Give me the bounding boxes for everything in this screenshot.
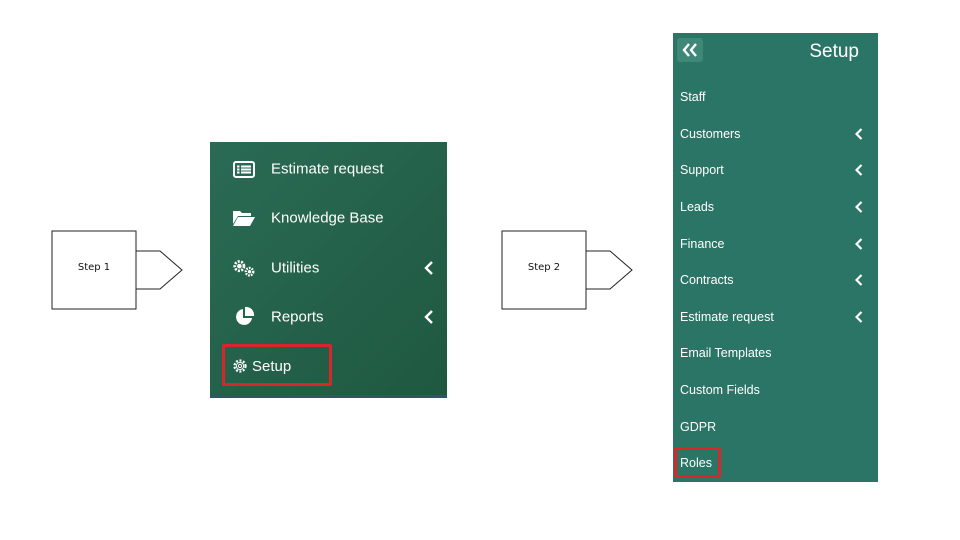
- setup-item-label: Customers: [680, 127, 741, 141]
- setup-item-label: Support: [680, 163, 724, 177]
- setup-item-label: Custom Fields: [680, 383, 760, 397]
- setup-item-label: Email Templates: [680, 346, 772, 360]
- setup-item-support[interactable]: Support: [673, 152, 878, 188]
- step-2-arrow: Step 2: [501, 230, 634, 310]
- setup-menu-title: Setup: [809, 41, 859, 62]
- sidebar-item-label: Utilities: [271, 259, 320, 277]
- folder-open-icon: [232, 208, 256, 228]
- pie-chart-icon: [232, 306, 256, 327]
- setup-item-custom-fields[interactable]: Custom Fields: [673, 372, 878, 408]
- sidebar-item-label: Reports: [271, 308, 324, 326]
- chevron-left-icon: [855, 128, 863, 140]
- chevron-left-icon: [855, 201, 863, 213]
- list-icon: [232, 159, 256, 179]
- setup-item-label: Leads: [680, 200, 715, 214]
- step-2-label: Step 2: [527, 262, 561, 273]
- double-chevron-left-icon: [682, 43, 697, 57]
- setup-item-contracts[interactable]: Contracts: [673, 262, 878, 298]
- chevron-left-icon: [855, 164, 863, 176]
- setup-item-label: GDPR: [680, 420, 717, 434]
- sidebar-item-utilities[interactable]: Utilities: [210, 246, 447, 290]
- chevron-left-icon: [424, 261, 433, 275]
- setup-item-label: Staff: [680, 90, 706, 104]
- step-1-arrow: Step 1: [51, 230, 184, 310]
- setup-item-leads[interactable]: Leads: [673, 189, 878, 225]
- setup-menu: Setup Staff Customers Support Leads Fina…: [673, 33, 878, 482]
- sidebar-item-label: Knowledge Base: [271, 209, 384, 227]
- sidebar-item-label: Estimate request: [271, 160, 384, 178]
- sidebar-item-estimate-request[interactable]: Estimate request: [210, 147, 447, 191]
- setup-highlight-box: [222, 344, 332, 386]
- setup-item-finance[interactable]: Finance: [673, 226, 878, 262]
- chevron-left-icon: [855, 238, 863, 250]
- chevron-left-icon: [424, 310, 433, 324]
- collapse-button[interactable]: [677, 38, 703, 62]
- setup-item-estimate-request[interactable]: Estimate request: [673, 299, 878, 335]
- cogs-icon: [232, 258, 256, 278]
- setup-item-staff[interactable]: Staff: [673, 79, 878, 115]
- setup-item-email-templates[interactable]: Email Templates: [673, 335, 878, 371]
- setup-item-label: Finance: [680, 237, 725, 251]
- chevron-left-icon: [855, 311, 863, 323]
- sidebar-item-knowledge-base[interactable]: Knowledge Base: [210, 196, 447, 240]
- setup-item-label: Estimate request: [680, 310, 774, 324]
- setup-item-label: Contracts: [680, 273, 734, 287]
- step-1-label: Step 1: [77, 262, 111, 273]
- setup-item-gdpr[interactable]: GDPR: [673, 409, 878, 445]
- sidebar-item-reports[interactable]: Reports: [210, 295, 447, 339]
- chevron-left-icon: [855, 274, 863, 286]
- roles-highlight-box: [674, 447, 721, 478]
- setup-item-customers[interactable]: Customers: [673, 116, 878, 152]
